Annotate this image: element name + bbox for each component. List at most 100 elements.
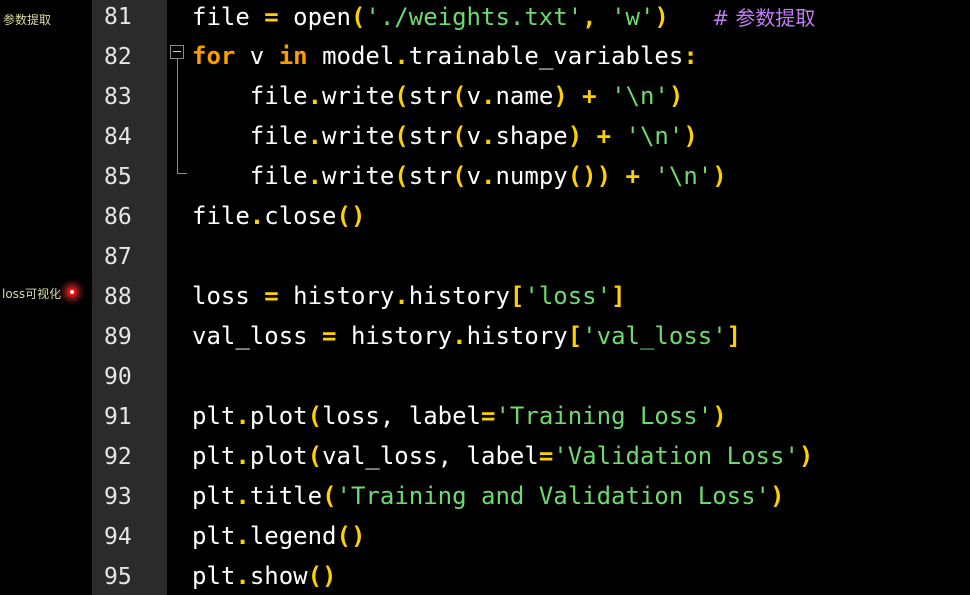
token-identifier: file (192, 162, 308, 190)
code-text[interactable]: for v in model.trainable_variables: (192, 42, 698, 70)
token-identifier: plt (192, 402, 236, 430)
code-line[interactable]: 83 file.write(str(v.name) + '\n') (0, 80, 970, 120)
code-line[interactable]: 90 (0, 360, 970, 400)
token-operator: = (481, 402, 496, 430)
token-identifier: history (408, 282, 510, 310)
token-punct: ( (452, 162, 467, 190)
code-line[interactable]: 95 plt.show() (0, 560, 970, 595)
token-identifier: str (408, 122, 453, 150)
token-punct: ) (712, 162, 727, 190)
token-punct: ( (394, 162, 409, 190)
code-text[interactable]: file.close() (192, 202, 365, 230)
token-punct: () (307, 562, 337, 590)
token-punct: . (235, 482, 250, 510)
token-identifier: file (192, 82, 308, 110)
token-punct: ) (712, 402, 727, 430)
code-text[interactable]: plt.legend() (192, 522, 365, 550)
token-identifier: write (322, 82, 395, 110)
line-number: 83 (104, 84, 132, 110)
token-punct: . (394, 42, 409, 70)
code-line[interactable]: 86 file.close() (0, 200, 970, 240)
token-operator: + (567, 82, 612, 110)
token-punct: . (452, 322, 467, 350)
token-punct: ) (798, 442, 814, 470)
token-punct: () (336, 522, 366, 550)
token-identifier: shape (495, 122, 568, 150)
token-punct: ( (307, 402, 323, 430)
code-text[interactable]: plt.plot(loss, label='Training Loss') (192, 402, 727, 430)
token-identifier: plt (192, 522, 236, 550)
code-text[interactable]: file.write(str(v.numpy()) + '\n') (192, 162, 727, 190)
code-editor[interactable]: 参数提取 loss可视化 81 file = open('./weights.t… (0, 0, 970, 595)
code-line[interactable]: 87 (0, 240, 970, 280)
token-string: '\n' (625, 122, 684, 150)
token-punct: . (307, 162, 323, 190)
code-text[interactable]: val_loss = history.history['val_loss'] (192, 322, 741, 350)
token-identifier: show (249, 562, 308, 590)
token-identifier: file (192, 3, 250, 31)
token-identifier: str (408, 82, 453, 110)
line-number: 92 (104, 444, 132, 470)
code-line[interactable]: 91 plt.plot(loss, label='Training Loss') (0, 400, 970, 440)
code-text[interactable]: plt.show() (192, 562, 337, 590)
token-punct: ( (452, 82, 467, 110)
code-line[interactable]: 81 file = open('./weights.txt', 'w') # 参… (0, 0, 970, 40)
token-punct: : (683, 42, 698, 70)
token-punct: ( (307, 442, 323, 470)
token-identifier: val_loss (192, 322, 308, 350)
code-line[interactable]: 92 plt.plot(val_loss, label='Validation … (0, 440, 970, 480)
token-identifier: v (466, 82, 482, 110)
code-line[interactable]: 85 file.write(str(v.numpy()) + '\n') (0, 160, 970, 200)
token-punct: . (481, 82, 496, 110)
token-comment: # 参数提取 (712, 6, 816, 30)
token-string: '\n' (611, 82, 669, 110)
token-punct: ] (726, 322, 742, 350)
line-number: 94 (104, 524, 132, 550)
line-number: 93 (104, 484, 132, 510)
token-punct: . (481, 122, 496, 150)
token-punct: , (582, 3, 612, 31)
code-text[interactable]: file = open('./weights.txt', 'w') # 参数提取 (192, 2, 815, 31)
token-punct: . (235, 442, 250, 470)
line-number: 84 (104, 124, 132, 150)
line-number: 95 (104, 564, 132, 590)
token-operator: + (611, 162, 655, 190)
code-line[interactable]: 94 plt.legend() (0, 520, 970, 560)
token-string: './weights.txt' (365, 3, 583, 31)
token-string: '\n' (654, 162, 713, 190)
token-punct: ( (322, 482, 337, 510)
line-number: 91 (104, 404, 132, 430)
code-line[interactable]: 89 val_loss = history.history['val_loss'… (0, 320, 970, 360)
token-identifier: file (192, 202, 250, 230)
code-line[interactable]: 82 for v in model.trainable_variables: (0, 40, 970, 80)
line-number: 87 (104, 244, 132, 270)
token-operator: = (307, 322, 351, 350)
token-keyword: in (278, 42, 308, 70)
token-string: 'loss' (524, 282, 612, 310)
token-punct: . (394, 282, 409, 310)
line-number: 86 (104, 204, 132, 230)
token-identifier: val_loss, label (322, 442, 539, 470)
code-text[interactable]: file.write(str(v.name) + '\n') (192, 82, 684, 110)
token-identifier: open (293, 3, 351, 31)
token-identifier: v (466, 162, 482, 190)
code-text[interactable]: loss = history.history['loss'] (192, 282, 626, 310)
code-line[interactable]: 93 plt.title('Training and Validation Lo… (0, 480, 970, 520)
token-punct: ( (394, 82, 409, 110)
code-text[interactable]: file.write(str(v.shape) + '\n') (192, 122, 698, 150)
token-punct: () (336, 202, 366, 230)
token-punct: . (307, 82, 323, 110)
token-punct: . (235, 522, 250, 550)
code-text[interactable]: plt.plot(val_loss, label='Validation Los… (192, 442, 813, 470)
token-identifier: model (307, 42, 395, 70)
token-identifier: history (350, 322, 453, 350)
token-punct: . (307, 122, 323, 150)
token-punct: ()) (567, 162, 612, 190)
token-identifier: plt (192, 442, 236, 470)
code-line[interactable]: 84 file.write(str(v.shape) + '\n') (0, 120, 970, 160)
code-text[interactable]: plt.title('Training and Validation Loss'… (192, 482, 784, 510)
code-line[interactable]: 88 loss = history.history['loss'] (0, 280, 970, 320)
line-number: 88 (104, 284, 132, 310)
token-punct: ) (668, 82, 684, 110)
token-identifier: loss (192, 282, 250, 310)
